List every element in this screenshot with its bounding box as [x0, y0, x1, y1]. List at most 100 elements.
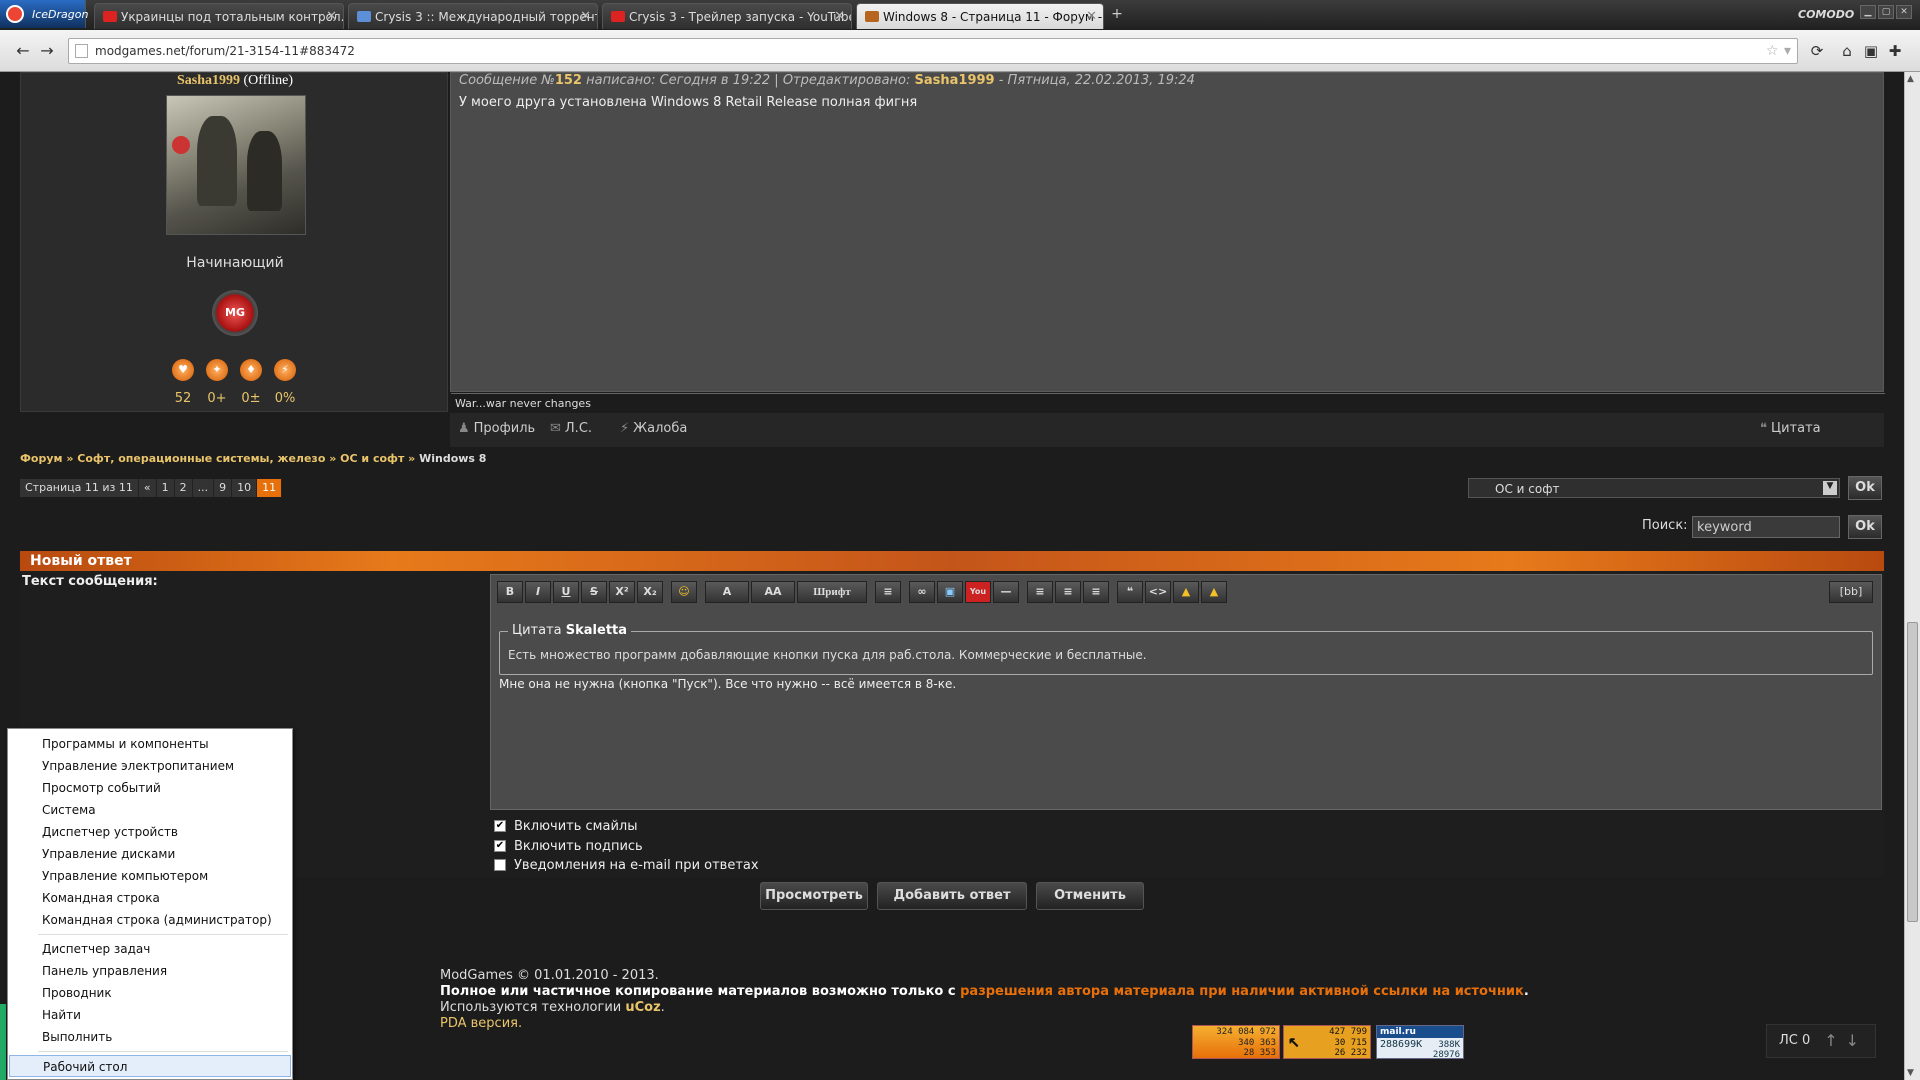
subscript-button[interactable]: X₂	[637, 581, 663, 603]
menu-item-command-prompt-admin[interactable]: Командная строка (администратор)	[9, 909, 291, 931]
menu-item-explorer[interactable]: Проводник	[9, 982, 291, 1004]
private-messages-widget[interactable]: ЛС 0 ↑↓	[1766, 1024, 1876, 1058]
private-message-button[interactable]: ✉ Л.С.	[550, 421, 592, 436]
menu-item-command-prompt[interactable]: Командная строка	[9, 887, 291, 909]
bold-button[interactable]: B	[497, 581, 523, 603]
back-arrow-icon[interactable]: ←	[12, 40, 34, 62]
scrollbar-thumb[interactable]	[1907, 622, 1918, 922]
browser-tab-active[interactable]: Windows 8 - Страница 11 - Форум -... ✕	[856, 3, 1104, 29]
menu-item-event-viewer[interactable]: Просмотр событий	[9, 777, 291, 799]
ucoz-counter[interactable]: 324 084 972 340 363 28 353	[1192, 1025, 1280, 1059]
page-scrollbar[interactable]: ▲ ▼	[1904, 72, 1920, 1080]
smiley-icon[interactable]: ☺	[671, 581, 697, 603]
align-left-icon[interactable]: ≡	[1027, 581, 1053, 603]
link-icon[interactable]: ∞	[909, 581, 935, 603]
align-right-icon[interactable]: ≡	[1083, 581, 1109, 603]
align-center-icon[interactable]: ≡	[1055, 581, 1081, 603]
scroll-arrows-icon[interactable]: ↑↓	[1824, 1031, 1867, 1050]
image-icon[interactable]: ▣	[937, 581, 963, 603]
breadcrumb-section[interactable]: Софт, операционные системы, железо	[77, 452, 325, 465]
menu-item-control-panel[interactable]: Панель управления	[9, 960, 291, 982]
site-counter[interactable]: ↖ 427 799 30 715 26 232	[1283, 1025, 1371, 1059]
close-tab-icon[interactable]: ✕	[1086, 9, 1097, 24]
checkbox[interactable]: ✔	[494, 840, 506, 852]
page-prev[interactable]: «	[139, 479, 157, 497]
forum-jump-ok-button[interactable]: Ok	[1848, 476, 1882, 500]
email-notify-option[interactable]: Уведомления на e-mail при ответах	[494, 857, 759, 873]
browser-tab[interactable]: Crysis 3 :: Международный торрент-... ✕	[348, 3, 598, 29]
menu-item-desktop[interactable]: Рабочий стол	[9, 1055, 291, 1077]
message-editor[interactable]: B I U S X² X₂ ☺ A AA Шрифт ≡ ∞ ▣ You — ≡…	[490, 574, 1882, 810]
search-ok-button[interactable]: Ok	[1848, 515, 1882, 539]
new-tab-button[interactable]: +	[1108, 6, 1126, 24]
search-input[interactable]: keyword	[1692, 516, 1840, 538]
list-icon[interactable]: ≡	[875, 581, 901, 603]
italic-button[interactable]: I	[525, 581, 551, 603]
close-window-icon[interactable]: ✕	[1896, 5, 1912, 19]
profile-button[interactable]: ♟ Профиль	[458, 421, 535, 436]
browser-menu-button[interactable]: IceDragon	[0, 0, 88, 28]
browser-tab[interactable]: Crysis 3 - Трейлер запуска - YouTube ✕	[602, 3, 852, 29]
forward-arrow-icon[interactable]: →	[36, 40, 58, 62]
code-icon[interactable]: <>	[1145, 581, 1171, 603]
minimize-icon[interactable]: ▁	[1860, 5, 1876, 19]
report-button[interactable]: ⚡ Жалоба	[620, 421, 687, 436]
close-tab-icon[interactable]: ✕	[834, 9, 845, 24]
menu-item-run[interactable]: Выполнить	[9, 1026, 291, 1048]
maximize-icon[interactable]: ▢	[1878, 5, 1894, 19]
home-icon[interactable]: ⌂	[1836, 40, 1858, 62]
bookmark-star-icon[interactable]: ☆	[1766, 43, 1779, 59]
page-link[interactable]: 9	[214, 479, 233, 497]
dropdown-arrow-icon[interactable]: ▾	[1784, 43, 1791, 59]
username-link[interactable]: Sasha1999	[177, 73, 240, 88]
menu-item-system[interactable]: Система	[9, 799, 291, 821]
post-number-link[interactable]: 152	[555, 73, 582, 88]
enable-smileys-option[interactable]: ✔ Включить смайлы	[494, 818, 637, 834]
menu-item-task-manager[interactable]: Диспетчер задач	[9, 938, 291, 960]
submit-reply-button[interactable]: Добавить ответ	[877, 882, 1027, 910]
reload-icon[interactable]: ⟳	[1806, 40, 1828, 62]
menu-item-power[interactable]: Управление электропитанием	[9, 755, 291, 777]
menu-item-disk-management[interactable]: Управление дисками	[9, 843, 291, 865]
browser-tab[interactable]: Украинцы под тотальным контрол... ✕	[94, 3, 344, 29]
close-tab-icon[interactable]: ✕	[580, 9, 591, 24]
menu-item-programs[interactable]: Программы и компоненты	[9, 733, 291, 755]
hide-icon[interactable]: ▲	[1201, 581, 1227, 603]
checkbox[interactable]: ✔	[494, 820, 506, 832]
ucoz-link[interactable]: uCoz	[625, 1000, 660, 1015]
breadcrumb-forum[interactable]: Форум	[20, 452, 63, 465]
menu-item-search[interactable]: Найти	[9, 1004, 291, 1026]
strike-button[interactable]: S	[581, 581, 607, 603]
mailru-rating-counter[interactable]: mail.ru 288699K 388K 28976	[1376, 1025, 1464, 1060]
bb-mode-button[interactable]: [bb]	[1829, 581, 1873, 603]
breadcrumb-subsection[interactable]: ОС и софт	[340, 452, 404, 465]
scroll-up-icon[interactable]: ▲	[1907, 74, 1914, 84]
preview-button[interactable]: Просмотреть	[760, 882, 868, 910]
font-size-select[interactable]: AA	[751, 581, 795, 603]
close-tab-icon[interactable]: ✕	[326, 9, 337, 24]
addons-icon[interactable]: ✚	[1884, 40, 1906, 62]
forum-jump-select[interactable]: ОС и софт ▼	[1468, 478, 1840, 498]
page-link[interactable]: 2	[175, 479, 193, 497]
menu-item-computer-management[interactable]: Управление компьютером	[9, 865, 291, 887]
page-link[interactable]: 10	[232, 479, 258, 497]
menu-item-device-manager[interactable]: Диспетчер устройств	[9, 821, 291, 843]
spoiler-icon[interactable]: ▲	[1173, 581, 1199, 603]
quote-button[interactable]: ❝ Цитата	[1760, 421, 1821, 436]
superscript-button[interactable]: X²	[609, 581, 635, 603]
underline-button[interactable]: U	[553, 581, 579, 603]
scroll-down-icon[interactable]: ▼	[1907, 1068, 1914, 1078]
quote-icon[interactable]: ❝	[1117, 581, 1143, 603]
cancel-button[interactable]: Отменить	[1036, 882, 1144, 910]
checkbox[interactable]	[494, 859, 506, 871]
font-color-button[interactable]: A	[705, 581, 749, 603]
page-link[interactable]: 1	[157, 479, 175, 497]
font-family-select[interactable]: Шрифт	[797, 581, 867, 603]
url-input[interactable]: modgames.net/forum/21-3154-11#883472	[68, 38, 1798, 64]
youtube-icon[interactable]: You	[965, 581, 991, 603]
copy-rules-link[interactable]: разрешения автора материала при наличии …	[960, 984, 1524, 999]
post-text: У моего друга установлена Windows 8 Reta…	[459, 95, 918, 110]
downloads-icon[interactable]: ▣	[1860, 40, 1882, 62]
enable-signature-option[interactable]: ✔ Включить подпись	[494, 838, 643, 854]
horizontal-rule-icon[interactable]: —	[993, 581, 1019, 603]
